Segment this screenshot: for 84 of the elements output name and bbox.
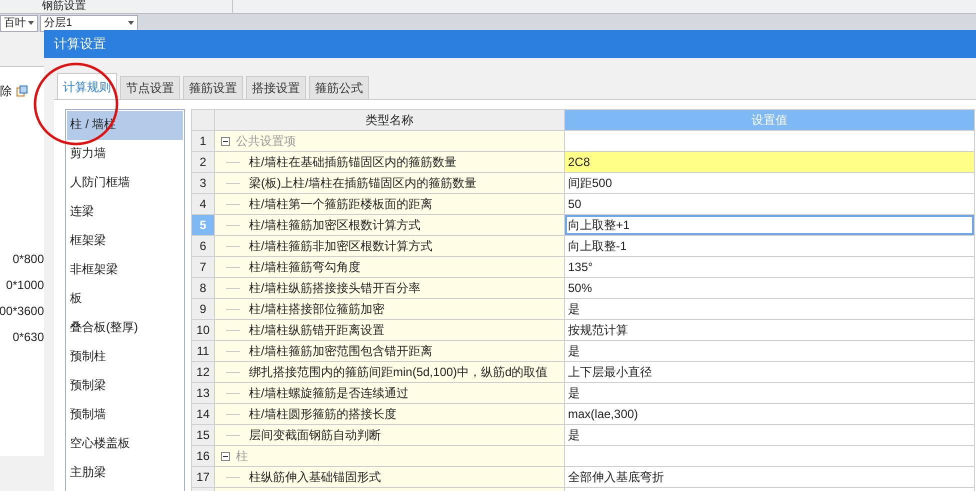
tab[interactable]: 节点设置 [120,76,180,99]
row-number: 6 [192,236,214,256]
value-cell[interactable]: 50 [564,194,974,214]
size-text: 0*1000 [6,278,44,292]
category-item[interactable]: 主肋梁 [67,459,183,488]
dropdown[interactable]: 百叶 [0,14,38,32]
category-item[interactable]: 剪力墙 [67,140,183,169]
row-number: 4 [192,194,214,214]
value-cell[interactable]: 是 [564,382,974,404]
category-item[interactable]: 预制梁 [67,372,183,401]
value-cell[interactable]: 是 [564,298,974,320]
value-cell[interactable]: 2C8 [564,152,974,172]
value-cell[interactable]: 间距500 [564,172,974,194]
category-item[interactable]: 叠合板(整厚) [67,314,183,343]
setting-name: 柱/墙柱搭接部位箍筋加密 [249,302,384,316]
copy-icon[interactable] [16,85,28,97]
row-number: 10 [192,320,214,340]
category-item[interactable]: 空心楼盖板 [67,430,183,459]
tab[interactable]: 箍筋设置 [183,76,243,99]
tab[interactable]: 搭接设置 [246,76,306,99]
setting-name: 柱/墙柱箍筋弯勾角度 [249,260,360,274]
setting-name: 柱/墙柱螺旋箍筋是否连续通过 [249,386,408,400]
dropdown[interactable]: 分层1 [40,14,138,32]
row-number: 15 [192,424,214,446]
row-number: 1 [192,130,214,152]
row-number: 3 [192,172,214,194]
size-text: 00*3600 [0,304,44,318]
setting-name: 柱/墙柱圆形箍筋的搭接长度 [249,407,396,421]
category-item[interactable]: 人防门框墙 [67,169,183,198]
value-cell[interactable]: 向上取整-1 [564,236,974,256]
row-number: 16 [192,446,214,466]
setting-name: 柱/墙柱箍筋加密范围包含错开距离 [249,344,432,358]
caret-icon [128,21,134,25]
tab[interactable]: 箍筋公式 [309,76,369,99]
header-cell [192,110,214,130]
ribbon-label: 钢筋设置 [42,0,233,13]
row-number: 5 [192,214,214,236]
row-number: 17 [192,466,214,488]
setting-name: 柱/墙柱箍筋非加密区根数计算方式 [249,239,432,253]
category-item[interactable]: 预制柱 [67,343,183,372]
setting-name: 绑扎搭接范围内的箍筋间距min(5d,100)中，纵筋d的取值 [249,365,548,379]
value-cell[interactable]: 按规范计算 [564,320,974,340]
setting-name: 柱/墙柱箍筋加密区根数计算方式 [249,218,420,232]
tab[interactable]: 计算规则 [57,73,117,99]
value-cell[interactable] [564,130,974,152]
collapse-icon[interactable] [221,452,230,462]
row-number: 2 [192,152,214,172]
setting-name: 柱/墙柱纵筋搭接接头错开百分率 [249,281,420,295]
size-text: 0*800 [12,252,44,266]
row-number: 12 [192,362,214,382]
category-item[interactable]: 连梁 [67,198,183,227]
value-cell[interactable]: 全部伸入基底弯折 [564,466,974,488]
value-cell[interactable]: 向上取整+1 [564,214,974,236]
value-cell[interactable]: 50% [564,278,974,298]
category-item[interactable]: 预制墙 [67,401,183,430]
row-number: 11 [192,340,214,362]
setting-name: 梁(板)上柱/墙柱在插筋锚固区内的箍筋数量 [249,176,476,190]
category-item[interactable]: 非框架梁 [67,256,183,285]
group-label: 公共设置项 [236,134,296,148]
caret-icon [28,21,34,25]
dialog-title: 计算设置 [54,35,106,54]
column-header[interactable]: 类型名称 [214,110,564,130]
setting-name: 层间变截面钢筋自动判断 [249,428,381,442]
value-cell[interactable]: 是 [564,424,974,446]
collapse-icon[interactable] [221,137,230,146]
category-item[interactable]: 板 [67,285,183,314]
row-number: 8 [192,278,214,298]
row-number: 7 [192,256,214,278]
value-cell[interactable]: max(lae,300) [564,404,974,424]
setting-name: 柱/墙柱纵筋错开距离设置 [249,323,384,337]
delete-label[interactable]: 除 [0,82,12,100]
group-label: 柱 [236,449,248,463]
row-number: 14 [192,404,214,424]
setting-name: 柱/墙柱在基础插筋锚固区内的箍筋数量 [249,155,456,169]
setting-name: 柱/墙柱第一个箍筋距楼板面的距离 [249,197,432,211]
value-cell[interactable]: 是 [564,340,974,362]
row-number: 13 [192,382,214,404]
setting-name: 柱纵筋伸入基础锚固形式 [249,470,381,484]
row-number: 9 [192,298,214,320]
value-cell[interactable]: 上下层最小直径 [564,362,974,382]
value-cell[interactable]: 135° [564,256,974,278]
value-cell[interactable] [564,446,974,466]
category-item[interactable]: 框架梁 [67,227,183,256]
size-text: 0*630 [12,330,44,344]
